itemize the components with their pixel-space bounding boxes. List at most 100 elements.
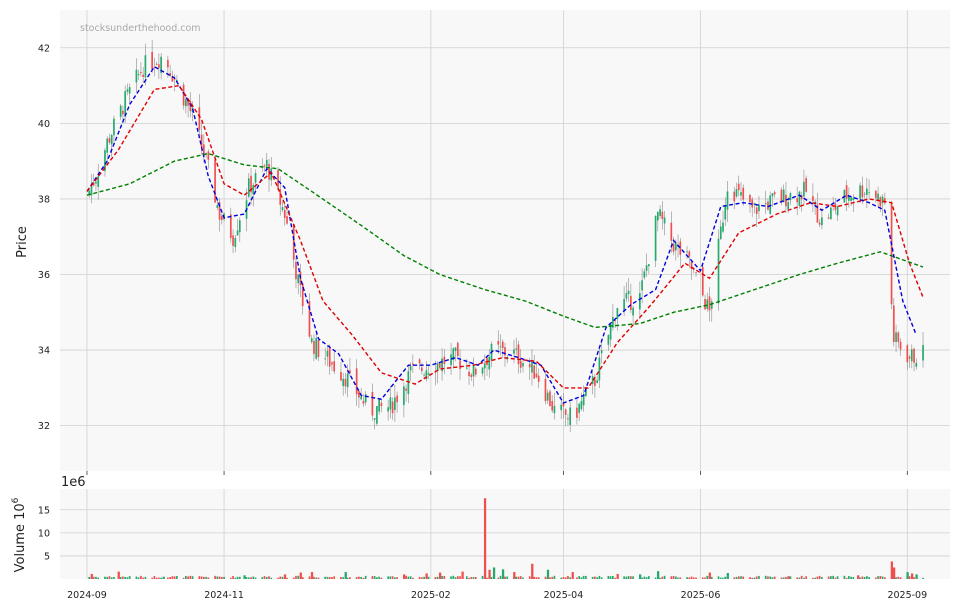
volume-bar <box>654 577 657 579</box>
volume-bar <box>830 576 832 579</box>
volume-bar <box>690 576 693 579</box>
volume-bar <box>868 577 870 579</box>
volume-bar <box>342 577 345 579</box>
volume-spike-bar <box>546 569 550 579</box>
volume-bar <box>110 577 113 579</box>
candle-body <box>232 235 234 246</box>
volume-bar <box>737 576 740 579</box>
volume-bar <box>677 577 679 579</box>
candle-body <box>497 340 500 345</box>
candle-body <box>863 193 866 195</box>
candle-body <box>279 189 282 205</box>
candle-body <box>405 388 407 391</box>
candle-body <box>906 345 909 363</box>
candle-body <box>674 242 677 251</box>
candle-body <box>344 378 347 387</box>
volume-spike-bar <box>461 571 464 579</box>
volume-bar <box>153 576 156 579</box>
volume-spike-bar <box>344 572 347 579</box>
volume-bar <box>562 577 565 579</box>
volume-bar <box>643 576 646 579</box>
volume-spike-bar <box>708 572 711 579</box>
candle-body <box>108 138 111 143</box>
volume-bar <box>767 576 769 579</box>
volume-spike-bar <box>483 498 487 579</box>
candle-body <box>771 193 774 197</box>
candle-body <box>459 360 461 370</box>
volume-bar <box>470 576 473 579</box>
candle-body <box>773 192 776 195</box>
volume-bar <box>220 576 223 579</box>
candle-body <box>632 307 634 316</box>
candle-body <box>126 89 129 92</box>
candle-body <box>663 217 666 224</box>
candle-body <box>830 207 832 220</box>
volume-bar <box>465 576 468 579</box>
candle-body <box>578 403 581 413</box>
x-tick-label: 2024-11 <box>204 590 244 601</box>
volume-bar <box>843 575 846 579</box>
volume-bar <box>596 577 598 579</box>
volume-bar <box>459 576 461 579</box>
price-y-ticks: 32 34 36 38 40 42 <box>38 43 50 432</box>
candle-body <box>708 296 711 311</box>
volume-bar <box>742 576 745 579</box>
candle-body <box>142 74 144 77</box>
volume-bar <box>301 577 304 579</box>
volume-plot-area <box>60 489 950 579</box>
watermark: stocksunderthehood.com <box>80 23 201 34</box>
volume-spike-bar <box>403 574 406 579</box>
candle-body <box>769 195 772 214</box>
volume-bar <box>533 576 536 579</box>
candle-body <box>531 360 533 373</box>
candle-body <box>454 347 457 352</box>
candle-body <box>113 118 115 136</box>
candle-body <box>371 391 374 416</box>
candle-body <box>859 185 861 199</box>
candle-body <box>519 361 522 368</box>
volume-bar <box>245 577 248 579</box>
candle-body <box>892 305 895 342</box>
volume-bar <box>456 576 459 579</box>
candle-body <box>627 290 630 295</box>
volume-bar <box>769 576 772 579</box>
volume-bar <box>232 575 234 579</box>
candle-body <box>110 134 113 145</box>
volume-bar <box>612 575 614 579</box>
volume-bar <box>560 577 563 579</box>
x-tick-label: 2025-02 <box>411 590 451 601</box>
volume-bar <box>836 576 839 579</box>
volume-spike-bar <box>162 576 165 579</box>
volume-bar <box>331 576 333 579</box>
volume-bar <box>782 577 785 579</box>
volume-bar <box>171 576 174 579</box>
volume-bar <box>135 576 138 579</box>
candle-body <box>688 251 691 257</box>
candle-body <box>340 371 342 381</box>
candle-body <box>686 251 688 253</box>
price-y-tick-label: 40 <box>38 119 50 130</box>
volume-bar <box>418 576 421 579</box>
candle-body <box>391 401 394 414</box>
volume-bar <box>223 576 225 579</box>
volume-bar <box>198 576 201 579</box>
candle-body <box>95 181 97 184</box>
candle-body <box>214 159 216 203</box>
candle-body <box>643 271 646 278</box>
candle-body <box>915 362 918 367</box>
volume-bar <box>798 577 801 579</box>
volume-spike-bar <box>787 576 790 579</box>
candle-body <box>879 197 882 207</box>
candle-body <box>513 349 515 354</box>
volume-bar <box>261 577 264 579</box>
candle-body <box>580 400 583 410</box>
volume-bar <box>821 577 823 579</box>
volume-bar <box>182 577 185 579</box>
candle-body <box>483 363 486 369</box>
volume-bar <box>346 577 349 579</box>
candle-body <box>850 197 852 201</box>
volume-bar <box>151 577 153 579</box>
candle-body <box>421 367 423 372</box>
candle-body <box>549 391 551 407</box>
volume-bar <box>569 577 572 579</box>
